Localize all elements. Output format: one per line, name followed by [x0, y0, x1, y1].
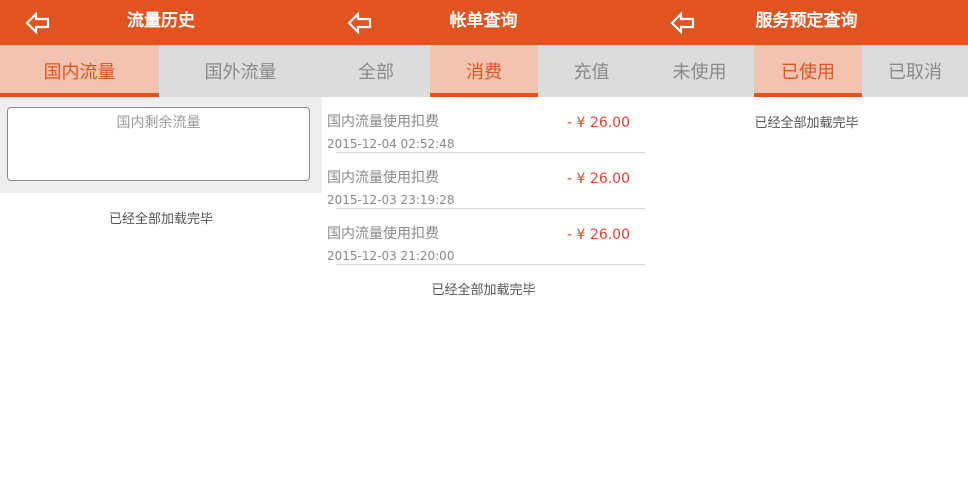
bill-record-time: 2015-12-03 21:20:00 — [327, 249, 455, 263]
page-title: 帐单查询 — [449, 11, 518, 31]
tab-bar: 国内流量 国外流量 — [0, 45, 322, 97]
tab-all[interactable]: 全部 — [322, 45, 430, 97]
remaining-traffic-card: 国内剩余流量 — [7, 107, 310, 181]
bill-record-name: 国内流量使用扣费 — [327, 114, 439, 130]
bill-record-amount: - ¥ 26.00 — [567, 171, 630, 187]
bill-record-amount: - ¥ 26.00 — [567, 227, 630, 243]
tab-cancelled[interactable]: 已取消 — [862, 45, 968, 97]
traffic-history-panel: 流量历史 国内流量 国外流量 国内剩余流量 已经全部加载完毕 — [0, 0, 322, 501]
bill-record-name: 国内流量使用扣费 — [327, 170, 439, 186]
nav-bar: 流量历史 — [0, 0, 322, 45]
remaining-traffic-area: 国内剩余流量 — [0, 97, 322, 193]
tab-consumption[interactable]: 消费 — [430, 45, 538, 97]
load-complete-text: 已经全部加载完毕 — [754, 116, 859, 131]
tab-international-traffic[interactable]: 国外流量 — [159, 45, 322, 97]
remaining-traffic-label: 国内剩余流量 — [116, 115, 201, 131]
bill-record[interactable]: 国内流量使用扣费 - ¥ 26.00 2015-12-03 23:19:28 — [322, 153, 645, 209]
bill-query-panel: 帐单查询 全部 消费 充值 国内流量使用扣费 - ¥ 26.00 2015-12… — [322, 0, 645, 501]
bill-record[interactable]: 国内流量使用扣费 - ¥ 26.00 2015-12-03 21:20:00 — [322, 209, 645, 265]
tab-bar: 全部 消费 充值 — [322, 45, 645, 97]
tab-used[interactable]: 已使用 — [754, 45, 862, 97]
page-title: 流量历史 — [127, 11, 195, 31]
bill-record[interactable]: 国内流量使用扣费 - ¥ 26.00 2015-12-04 02:52:48 — [322, 97, 645, 153]
bill-record-name: 国内流量使用扣费 — [327, 226, 439, 242]
nav-bar: 服务预定查询 — [645, 0, 968, 45]
bill-list: 国内流量使用扣费 - ¥ 26.00 2015-12-04 02:52:48 国… — [322, 97, 645, 265]
page-title: 服务预定查询 — [755, 11, 858, 31]
bill-record-time: 2015-12-04 02:52:48 — [327, 137, 455, 151]
service-booking-panel: 服务预定查询 未使用 已使用 已取消 已经全部加载完毕 — [645, 0, 968, 501]
bill-record-amount: - ¥ 26.00 — [567, 115, 630, 131]
tab-unused[interactable]: 未使用 — [645, 45, 754, 97]
tab-recharge[interactable]: 充值 — [538, 45, 645, 97]
load-complete-text: 已经全部加载完毕 — [108, 212, 213, 227]
tab-domestic-traffic[interactable]: 国内流量 — [0, 45, 159, 97]
tab-bar: 未使用 已使用 已取消 — [645, 45, 968, 97]
nav-bar: 帐单查询 — [322, 0, 645, 45]
bill-record-time: 2015-12-03 23:19:28 — [327, 193, 455, 207]
load-complete-text: 已经全部加载完毕 — [431, 283, 536, 298]
